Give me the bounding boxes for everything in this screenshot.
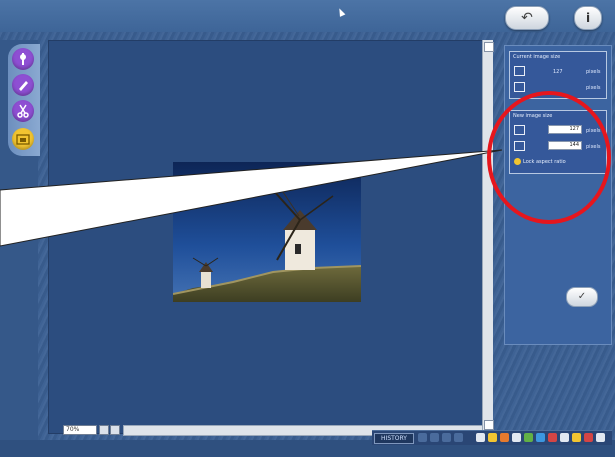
adjust-icon: [20, 53, 26, 65]
brush-icon: [19, 81, 28, 91]
windmill-photo: [173, 162, 361, 302]
lock-aspect-label: Lock aspect ratio: [523, 159, 566, 165]
print-icon[interactable]: [548, 433, 557, 442]
resize-tool-button[interactable]: [12, 128, 34, 150]
width-icon: [514, 66, 525, 76]
scissors-icon: [17, 104, 29, 118]
current-height-unit: pixels: [586, 85, 601, 91]
nav-first-icon[interactable]: [418, 433, 427, 442]
rotate-icon[interactable]: [512, 433, 521, 442]
save-icon[interactable]: [560, 433, 569, 442]
info-icon: i: [585, 11, 591, 25]
email-icon[interactable]: [536, 433, 545, 442]
zoom-in-button[interactable]: [110, 425, 120, 435]
nav-next-icon[interactable]: [442, 433, 451, 442]
nav-prev-icon[interactable]: [430, 433, 439, 442]
history-badge[interactable]: HISTORY: [374, 433, 414, 444]
new-height-icon: [514, 141, 525, 151]
checkmark-icon: ✓: [577, 291, 587, 302]
brightness-icon[interactable]: [572, 433, 581, 442]
current-width-unit: pixels: [586, 69, 601, 75]
page-icon[interactable]: [476, 433, 485, 442]
current-width: 127: [553, 69, 563, 75]
new-width-icon: [514, 125, 525, 135]
tool-stack: [8, 44, 40, 156]
brush-tool-button[interactable]: [12, 74, 34, 96]
zoom-out-button[interactable]: [99, 425, 109, 435]
info-button[interactable]: i: [574, 6, 602, 30]
lock-aspect-checkbox[interactable]: [514, 158, 521, 165]
new-size-title: New image size: [513, 113, 553, 119]
height-icon: [514, 82, 525, 92]
heart-icon[interactable]: [584, 433, 593, 442]
undo-button[interactable]: ↶: [505, 6, 549, 30]
current-size-group: Current image size 127 pixels pixels: [509, 51, 607, 99]
new-height-unit: pixels: [586, 144, 601, 150]
current-size-title: Current image size: [513, 54, 561, 60]
nav-last-icon[interactable]: [454, 433, 463, 442]
new-width-input[interactable]: [548, 125, 582, 134]
filter-icon[interactable]: [524, 433, 533, 442]
vertical-scrollbar[interactable]: [482, 40, 494, 432]
new-size-group: New image size pixels pixels Lock aspect…: [509, 110, 607, 174]
help-icon[interactable]: [596, 433, 605, 442]
resize-icon: [16, 134, 30, 145]
brush-small-icon[interactable]: [500, 433, 509, 442]
crop-tool-button[interactable]: [12, 100, 34, 122]
new-width-unit: pixels: [586, 128, 601, 134]
zoom-select[interactable]: 70%: [63, 425, 97, 435]
scroll-down-arrow[interactable]: [484, 420, 494, 430]
quick-tools-bar: HISTORY: [372, 430, 612, 445]
folder-icon[interactable]: [488, 433, 497, 442]
apply-button[interactable]: ✓: [566, 287, 598, 307]
scroll-up-arrow[interactable]: [484, 42, 494, 52]
adjust-tool-button[interactable]: [12, 48, 34, 70]
zoom-controls: 70%: [63, 425, 123, 435]
new-height-input[interactable]: [548, 141, 582, 150]
undo-icon: ↶: [521, 10, 533, 26]
